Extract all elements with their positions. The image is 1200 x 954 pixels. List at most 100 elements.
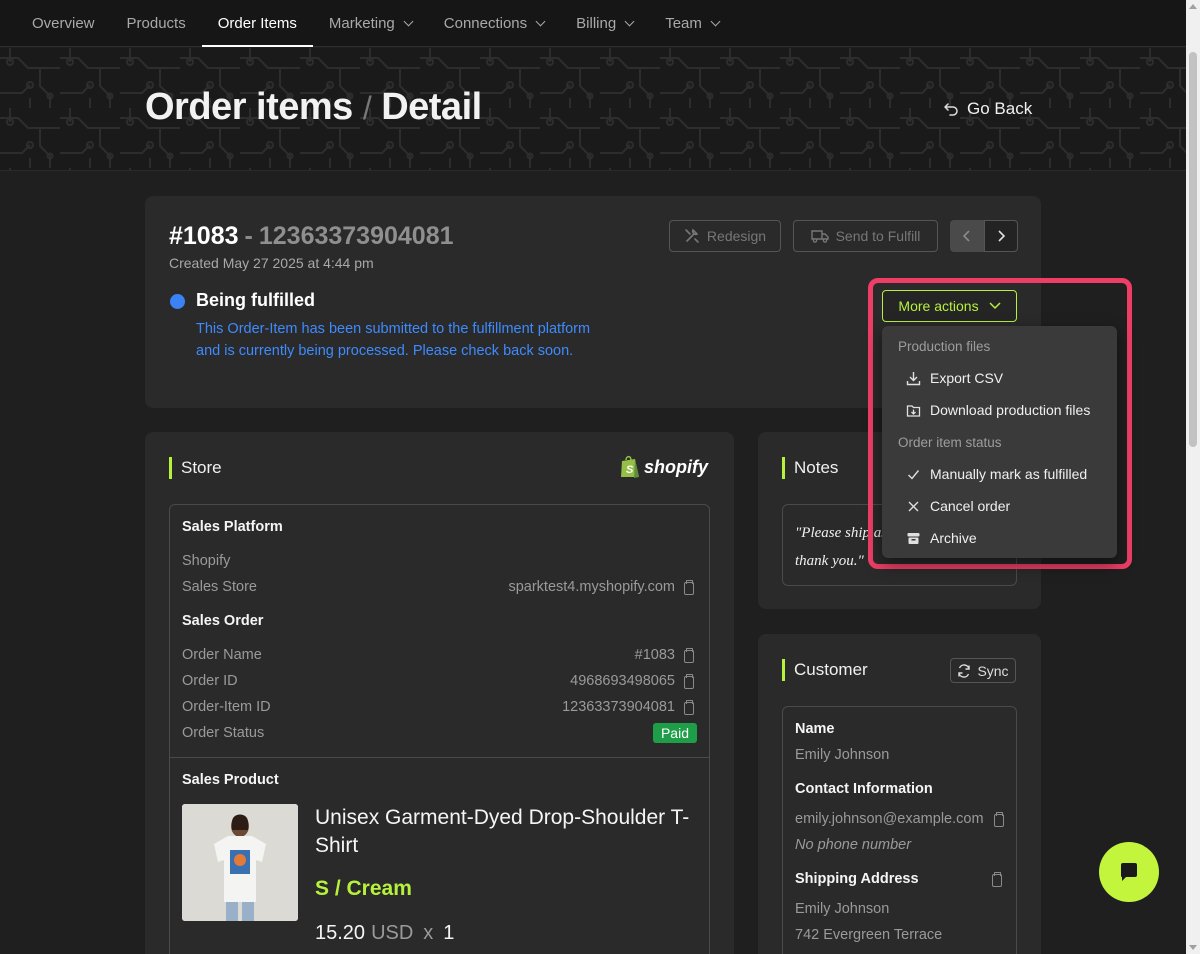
store-section-title: Store — [169, 457, 222, 479]
copy-icon[interactable] — [684, 700, 694, 715]
redesign-label: Redesign — [706, 228, 767, 244]
title-accent-bar — [782, 457, 785, 479]
title-separator: / — [362, 90, 372, 126]
nav-products-label: Products — [126, 14, 186, 32]
copy-icon[interactable] — [684, 580, 694, 595]
nav-connections[interactable]: Connections — [428, 0, 560, 46]
scroll-thumb[interactable] — [1189, 52, 1197, 447]
price-amount: 15.20 — [315, 922, 366, 944]
menu-cancel-order[interactable]: Cancel order — [906, 498, 1010, 514]
order-number: #1083-12363373904081 — [169, 222, 454, 251]
product-variant: S / Cream — [315, 877, 412, 900]
customer-name: Emily Johnson — [795, 747, 890, 763]
order-name-value: #1083 — [634, 647, 675, 663]
menu-download-production-files-label: Download production files — [930, 402, 1091, 418]
title-accent-bar — [169, 457, 172, 479]
nav-order-items[interactable]: Order Items — [201, 0, 314, 47]
sales-platform-heading: Sales Platform — [182, 519, 283, 535]
menu-mark-fulfilled[interactable]: Manually mark as fulfilled — [906, 466, 1087, 482]
shopify-logo-text: shopify — [644, 456, 709, 477]
contact-heading: Contact Information — [795, 781, 933, 797]
title-main: Order items — [145, 86, 353, 128]
page-header: Order items / Detail Go Back — [0, 48, 1186, 171]
chevron-down-icon — [624, 16, 635, 26]
menu-download-production-files[interactable]: Download production files — [906, 402, 1090, 418]
page-scrollbar[interactable] — [1186, 0, 1200, 954]
previous-order-button[interactable] — [950, 220, 984, 252]
created-date: Created May 27 2025 at 4:44 pm — [169, 255, 374, 271]
quantity-times: x — [423, 922, 434, 944]
order-item-id-value: 12363373904081 — [562, 699, 675, 715]
order-number-short: #1083 — [169, 222, 239, 250]
sync-button[interactable]: Sync — [950, 658, 1016, 683]
check-icon — [908, 469, 920, 480]
copy-icon[interactable] — [994, 812, 1004, 827]
store-title: Store — [181, 458, 222, 477]
send-to-fulfill-button[interactable]: Send to Fulfill — [793, 220, 938, 252]
chevron-down-icon — [989, 302, 1001, 310]
tools-icon — [685, 228, 699, 243]
menu-cancel-order-label: Cancel order — [930, 498, 1011, 514]
nav-billing-label: Billing — [576, 14, 617, 32]
sales-store-label: Sales Store — [182, 579, 257, 595]
nav-billing[interactable]: Billing — [560, 0, 649, 46]
nav-order-items-label: Order Items — [217, 14, 297, 32]
customer-phone: No phone number — [795, 837, 912, 853]
nav-team[interactable]: Team — [649, 0, 735, 46]
scroll-down-arrow-icon[interactable] — [1189, 945, 1197, 950]
menu-export-csv[interactable]: Export CSV — [906, 370, 1003, 386]
shipping-address-heading: Shipping Address — [795, 871, 919, 887]
send-to-fulfill-label: Send to Fulfill — [835, 228, 921, 244]
nav-connections-label: Connections — [443, 14, 528, 32]
download-icon — [906, 371, 921, 385]
more-actions-label: More actions — [898, 298, 979, 314]
go-back-button[interactable]: Go Back — [943, 99, 1032, 119]
close-icon — [908, 501, 919, 511]
customer-name-heading: Name — [795, 721, 835, 737]
more-actions-menu: Production files Export CSV Download pro… — [882, 326, 1117, 558]
nav-products[interactable]: Products — [111, 0, 202, 46]
menu-archive[interactable]: Archive — [906, 530, 977, 546]
order-number-id: 12363373904081 — [258, 222, 454, 250]
sales-platform-value: Shopify — [182, 553, 231, 569]
sync-label: Sync — [977, 662, 1009, 679]
store-card: Store S shopify Sales Platform Shopify S… — [145, 432, 734, 954]
refresh-icon — [958, 663, 971, 678]
nav-overview[interactable]: Overview — [16, 0, 111, 46]
chat-icon — [1121, 863, 1137, 881]
chevron-down-icon — [710, 16, 721, 26]
chevron-left-icon — [962, 230, 970, 242]
order-number-dash: - — [244, 222, 253, 250]
menu-group-production-files: Production files — [898, 339, 991, 354]
customer-section-title: Customer — [782, 659, 868, 681]
order-status-label: Order Status — [182, 725, 265, 741]
folder-download-icon — [906, 404, 921, 417]
shopify-logo: S shopify — [619, 455, 708, 479]
copy-icon[interactable] — [684, 674, 694, 689]
top-nav: Overview Products Order Items Marketing … — [0, 0, 1186, 47]
copy-icon[interactable] — [992, 872, 1002, 887]
undo-arrow-icon — [944, 103, 958, 116]
scroll-up-arrow-icon[interactable] — [1189, 4, 1197, 9]
copy-icon[interactable] — [684, 648, 694, 663]
nav-marketing[interactable]: Marketing — [313, 0, 428, 46]
order-id-label: Order ID — [182, 673, 238, 689]
order-pager — [950, 220, 1018, 252]
nav-team-label: Team — [665, 14, 702, 32]
chat-button[interactable] — [1099, 842, 1159, 902]
product-price: 15.20 USD x 1 — [315, 922, 454, 945]
order-id-value: 4968693498065 — [570, 673, 675, 689]
sales-product-heading: Sales Product — [182, 772, 279, 788]
product-image[interactable] — [182, 804, 298, 921]
quantity-value: 1 — [443, 922, 455, 944]
status-title: Being fulfilled — [196, 290, 315, 310]
sales-store-value: sparktest4.myshopify.com — [508, 579, 675, 595]
svg-text:S: S — [626, 464, 634, 476]
sales-order-heading: Sales Order — [182, 613, 264, 629]
product-name: Unisex Garment-Dyed Drop-Shoulder T-Shir… — [315, 806, 690, 857]
more-actions-button[interactable]: More actions — [882, 290, 1017, 322]
menu-mark-fulfilled-label: Manually mark as fulfilled — [930, 466, 1088, 482]
next-order-button[interactable] — [984, 220, 1018, 252]
redesign-button[interactable]: Redesign — [669, 220, 781, 252]
menu-group-order-item-status: Order item status — [898, 435, 1002, 450]
